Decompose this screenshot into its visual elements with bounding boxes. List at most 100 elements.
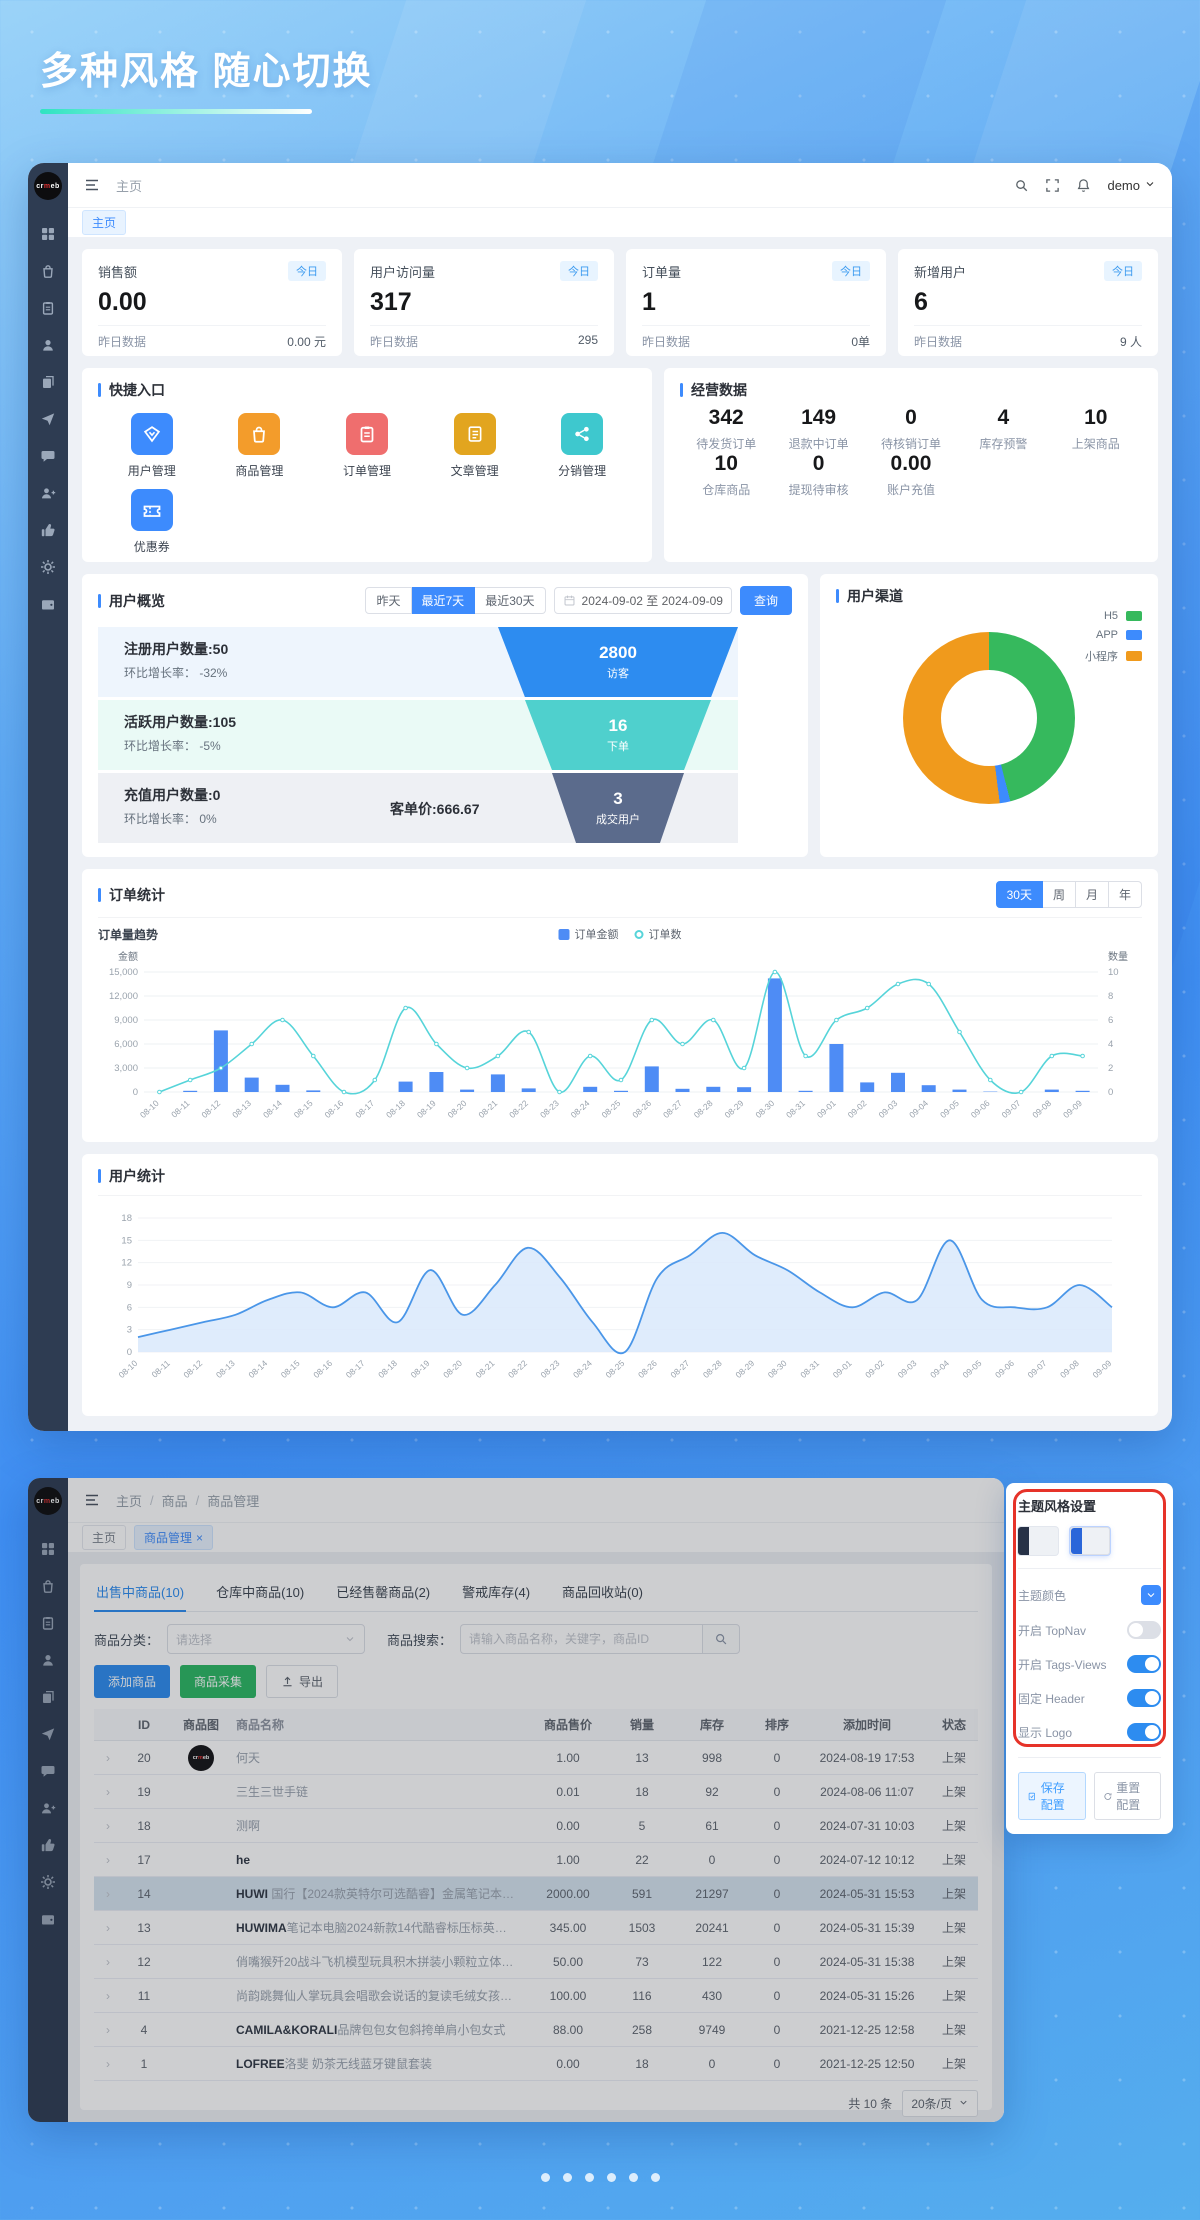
page-size-select[interactable]: 20条/页	[902, 2090, 978, 2117]
toggle-显示 Logo[interactable]	[1127, 1723, 1161, 1741]
quick-entry-订单管理[interactable]: 订单管理	[313, 413, 421, 479]
sidebar-item-distribution-user-icon[interactable]	[40, 1800, 56, 1816]
cell-status[interactable]: 上架	[930, 1783, 978, 1800]
table-row[interactable]: › 12 俏嘴猴歼20战斗飞机模型玩具积木拼装小颗粒立体3d拼插军事基地8836…	[94, 1945, 978, 1979]
legend-item[interactable]: H5	[1085, 610, 1142, 622]
sidebar-item-settings-gear-icon[interactable]	[40, 1874, 56, 1890]
date-range-picker[interactable]: 2024-09-02 至 2024-09-09	[554, 587, 732, 614]
carousel-dot-6[interactable]	[651, 2173, 660, 2182]
save-config-button[interactable]: 保存配置	[1018, 1772, 1086, 1820]
range-button-最近7天[interactable]: 最近7天	[412, 587, 476, 614]
carousel-dot-1[interactable]	[541, 2173, 550, 2182]
fullscreen-button[interactable]	[1045, 178, 1060, 193]
sidebar-item-goods-bag-icon[interactable]	[40, 263, 56, 279]
table-row[interactable]: › 17 he 1.00 22 0 0 2024-07-12 10:12 上架	[94, 1843, 978, 1877]
tab-警戒库存(4)[interactable]: 警戒库存(4)	[460, 1574, 532, 1611]
sidebar-item-content-pages-icon[interactable]	[40, 374, 56, 390]
sidebar-item-goods-bag-icon[interactable]	[40, 1578, 56, 1594]
sidebar-item-order-clipboard-icon[interactable]	[40, 300, 56, 316]
quick-entry-商品管理[interactable]: 商品管理	[206, 413, 314, 479]
tab-仓库中商品(10)[interactable]: 仓库中商品(10)	[214, 1574, 306, 1611]
expand-row-icon[interactable]: ›	[94, 1853, 122, 1867]
table-row[interactable]: › 14 HUWI 国行【2024款英特尔可选酷睿】金属笔记本电脑轻薄本大学生上…	[94, 1877, 978, 1911]
range-button-周[interactable]: 周	[1043, 881, 1076, 908]
sidebar-item-marketing-plane-icon[interactable]	[40, 1726, 56, 1742]
bell-button[interactable]	[1076, 178, 1091, 193]
sidebar-item-finance-wallet-icon[interactable]	[40, 1911, 56, 1927]
table-row[interactable]: › 13 HUWIMA笔记本电脑2024新款14代酷睿标压标英特尔酷睿i7独显4…	[94, 1911, 978, 1945]
category-select[interactable]: 请选择	[167, 1624, 365, 1654]
expand-row-icon[interactable]: ›	[94, 1819, 122, 1833]
expand-row-icon[interactable]: ›	[94, 1989, 122, 2003]
breadcrumb-item[interactable]: 商品	[162, 1491, 188, 1510]
sidebar-item-user-icon[interactable]	[40, 337, 56, 353]
breadcrumb[interactable]: 主页	[116, 176, 142, 195]
collapse-menu-icon[interactable]	[84, 1492, 100, 1508]
quick-entry-文章管理[interactable]: 文章管理	[421, 413, 529, 479]
tag-home[interactable]: 主页	[82, 210, 126, 235]
cell-status[interactable]: 上架	[930, 1919, 978, 1936]
range-button-昨天[interactable]: 昨天	[365, 587, 411, 614]
toggle-开启 TopNav[interactable]	[1127, 1621, 1161, 1639]
sidebar-item-distribution-user-icon[interactable]	[40, 485, 56, 501]
range-button-30天[interactable]: 30天	[996, 881, 1043, 908]
table-row[interactable]: › 4 CAMILA&KORALI品牌包包女包斜挎单肩小包女式 88.00 25…	[94, 2013, 978, 2047]
expand-row-icon[interactable]: ›	[94, 2057, 122, 2071]
cell-status[interactable]: 上架	[930, 1953, 978, 1970]
tab-出售中商品(10)[interactable]: 出售中商品(10)	[94, 1574, 186, 1611]
expand-row-icon[interactable]: ›	[94, 1785, 122, 1799]
app-logo[interactable]: crmeb	[34, 172, 62, 200]
stat-card-3[interactable]: 新增用户 今日 6 昨日数据 9 人	[898, 249, 1158, 356]
table-row[interactable]: › 19 三生三世手链 0.01 18 92 0 2024-08-06 11:0…	[94, 1775, 978, 1809]
tag-主页[interactable]: 主页	[82, 1525, 126, 1550]
theme-preview-dark[interactable]	[1018, 1527, 1058, 1555]
expand-row-icon[interactable]: ›	[94, 2023, 122, 2037]
product-search-input[interactable]	[460, 1624, 702, 1654]
sidebar-item-operation-thumb-icon[interactable]	[40, 522, 56, 538]
carousel-dot-5[interactable]	[629, 2173, 638, 2182]
breadcrumb-item[interactable]: 商品管理	[207, 1491, 259, 1510]
carousel-dot-3[interactable]	[585, 2173, 594, 2182]
sidebar-item-grid-icon[interactable]	[40, 226, 56, 242]
quick-entry-用户管理[interactable]: 用户管理	[98, 413, 206, 479]
query-button[interactable]: 查询	[740, 586, 792, 615]
export-button[interactable]: 导出	[266, 1665, 338, 1698]
expand-row-icon[interactable]: ›	[94, 1955, 122, 1969]
search-button[interactable]	[702, 1624, 740, 1654]
cell-status[interactable]: 上架	[930, 1885, 978, 1902]
sidebar-item-finance-wallet-icon[interactable]	[40, 596, 56, 612]
sidebar-item-settings-gear-icon[interactable]	[40, 559, 56, 575]
range-button-月[interactable]: 月	[1076, 881, 1109, 908]
legend-item[interactable]: APP	[1085, 629, 1142, 641]
sidebar-item-marketing-plane-icon[interactable]	[40, 411, 56, 427]
table-row[interactable]: › 18 测啊 0.00 5 61 0 2024-07-31 10:03 上架	[94, 1809, 978, 1843]
carousel-dot-4[interactable]	[607, 2173, 616, 2182]
tab-商品回收站(0)[interactable]: 商品回收站(0)	[560, 1574, 645, 1611]
table-row[interactable]: › 11 尚韵跳舞仙人掌玩具会唱歌会说话的复读毛绒女孩男孩六一儿童节礼物 100…	[94, 1979, 978, 2013]
stat-card-1[interactable]: 用户访问量 今日 317 昨日数据 295	[354, 249, 614, 356]
theme-preview-blue[interactable]	[1070, 1527, 1110, 1555]
cell-status[interactable]: 上架	[930, 1749, 978, 1766]
table-row[interactable]: › 20 crmeb 何天 1.00 13 998 0 2024-08-19 1…	[94, 1741, 978, 1775]
sidebar-item-message-chat-icon[interactable]	[40, 448, 56, 464]
sidebar-item-message-chat-icon[interactable]	[40, 1763, 56, 1779]
theme-color-swatch[interactable]	[1141, 1585, 1161, 1605]
sidebar-item-user-icon[interactable]	[40, 1652, 56, 1668]
collapse-menu-icon[interactable]	[84, 177, 100, 193]
search-button[interactable]	[1014, 178, 1029, 193]
cell-status[interactable]: 上架	[930, 1851, 978, 1868]
cell-status[interactable]: 上架	[930, 1817, 978, 1834]
expand-row-icon[interactable]: ›	[94, 1751, 122, 1765]
app-logo[interactable]: crmeb	[34, 1487, 62, 1515]
tab-已经售罄商品(2)[interactable]: 已经售罄商品(2)	[334, 1574, 432, 1611]
sidebar-item-operation-thumb-icon[interactable]	[40, 1837, 56, 1853]
toggle-开启 Tags-Views[interactable]	[1127, 1655, 1161, 1673]
stat-card-0[interactable]: 销售额 今日 0.00 昨日数据 0.00 元	[82, 249, 342, 356]
breadcrumb-item[interactable]: 主页	[116, 1491, 142, 1510]
tag-商品管理[interactable]: 商品管理×	[134, 1525, 213, 1550]
add-product-button[interactable]: 添加商品	[94, 1665, 170, 1698]
cell-status[interactable]: 上架	[930, 2021, 978, 2038]
sidebar-item-content-pages-icon[interactable]	[40, 1689, 56, 1705]
cell-status[interactable]: 上架	[930, 1987, 978, 2004]
quick-entry-分销管理[interactable]: 分销管理	[528, 413, 636, 479]
